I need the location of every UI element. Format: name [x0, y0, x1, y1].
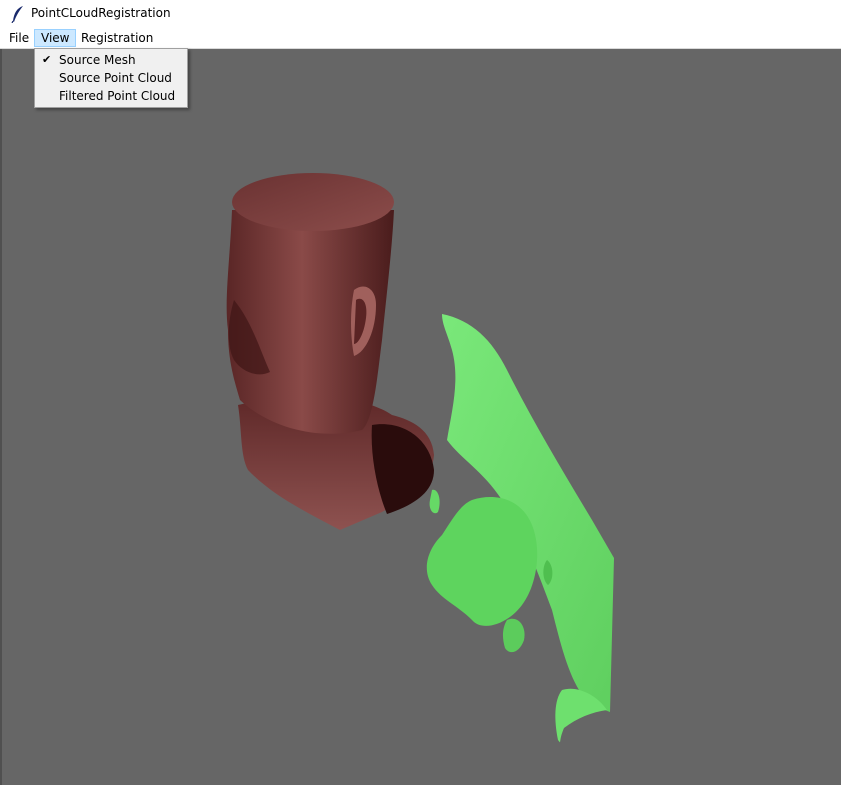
source-mesh — [226, 173, 434, 530]
menu-view[interactable]: View — [34, 29, 77, 47]
3d-viewport[interactable] — [0, 49, 841, 785]
window-title: PointCLoudRegistration — [31, 6, 171, 20]
menu-option-filtered-point-cloud[interactable]: Filtered Point Cloud — [36, 87, 186, 105]
menu-option-label: Filtered Point Cloud — [59, 89, 176, 103]
menu-registration[interactable]: Registration — [75, 29, 159, 47]
menu-bar: File View Registration — [0, 28, 841, 49]
menu-option-label: Source Mesh — [59, 53, 136, 67]
source-point-cloud — [426, 314, 614, 743]
title-bar: PointCLoudRegistration — [0, 0, 841, 28]
menu-file[interactable]: File — [3, 29, 35, 47]
view-dropdown-menu: ✔ Source Mesh Source Point Cloud Filtere… — [34, 48, 188, 108]
scene-render — [226, 173, 614, 743]
checkmark-icon: ✔ — [42, 53, 52, 66]
feather-icon — [11, 6, 23, 23]
menu-option-label: Source Point Cloud — [59, 71, 172, 85]
menu-option-source-point-cloud[interactable]: Source Point Cloud — [36, 69, 186, 87]
menu-option-source-mesh[interactable]: ✔ Source Mesh — [36, 51, 186, 69]
